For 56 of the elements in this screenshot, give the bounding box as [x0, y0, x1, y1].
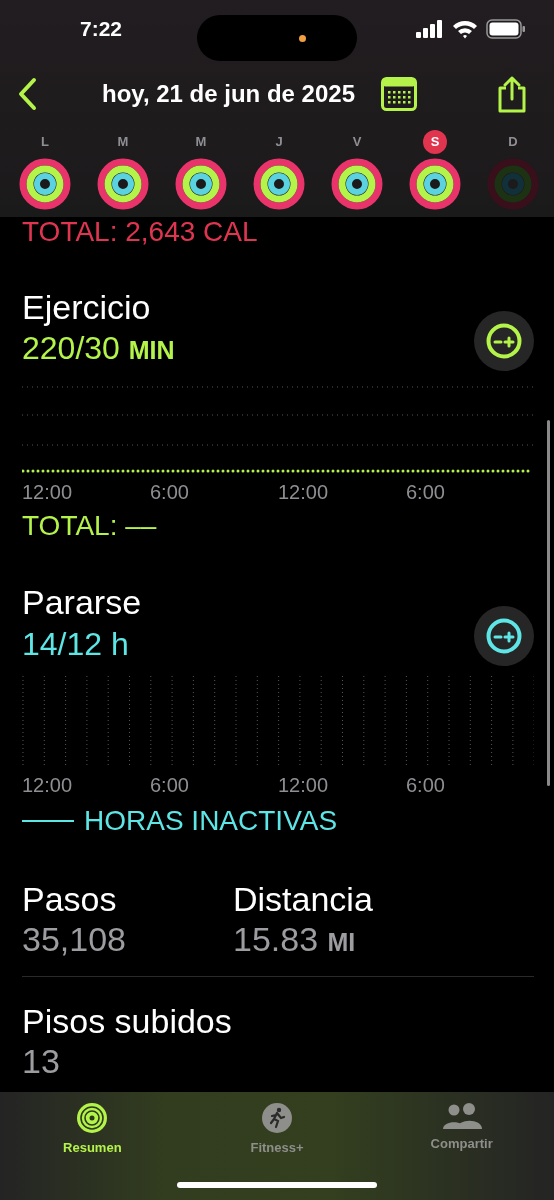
change-goal-button[interactable]	[474, 311, 534, 371]
stat-value: 35,108	[22, 920, 126, 958]
activity-rings-icon[interactable]	[331, 158, 383, 210]
axis-label: 6:00	[150, 481, 190, 504]
weekday-label[interactable]: L	[33, 130, 57, 154]
activity-rings-icon	[76, 1102, 109, 1134]
calendar-icon	[381, 77, 417, 111]
activity-rings-icon[interactable]	[175, 158, 227, 210]
axis-label: 12:00	[22, 481, 74, 504]
axis-label: 12:00	[22, 774, 74, 797]
back-button[interactable]	[16, 77, 38, 111]
section-title: Pararse	[22, 582, 143, 622]
axis-label: 6:00	[406, 774, 446, 797]
tab[interactable]: Fitness+	[184, 1092, 370, 1158]
weekday-label[interactable]: M	[189, 130, 213, 154]
axis-label: 12:00	[278, 481, 330, 504]
people-icon	[440, 1102, 483, 1130]
exercise-total: TOTAL: ––	[22, 510, 158, 542]
move-total: TOTAL: 2,643 CAL	[22, 216, 258, 247]
stat-value: 15.83 MI	[233, 920, 356, 958]
activity-rings-icon[interactable]	[409, 158, 461, 210]
change-goal-button[interactable]	[474, 606, 534, 666]
goal-adjust-icon	[485, 617, 523, 655]
tab[interactable]: Compartir	[369, 1092, 554, 1158]
weekday-label[interactable]: D	[501, 130, 525, 154]
calendar-button[interactable]	[381, 77, 417, 111]
activity-rings-icon[interactable]	[97, 158, 149, 210]
activity-rings-icon[interactable]	[19, 158, 71, 210]
axis-label: 12:00	[278, 774, 330, 797]
axis-label: 6:00	[406, 481, 446, 504]
status-time: 7:22	[80, 17, 124, 41]
activity-rings-icon[interactable]	[253, 158, 305, 210]
stat-value: 13	[22, 1042, 60, 1080]
axis-label: 6:00	[150, 774, 190, 797]
share-icon	[496, 75, 528, 113]
stand-value: 14/12 h	[22, 625, 129, 664]
legend-label: HORAS INACTIVAS	[84, 805, 338, 837]
weekday-label[interactable]: V	[345, 130, 369, 154]
exercise-value: 220/30 MIN	[22, 329, 175, 368]
battery-icon	[486, 19, 526, 39]
share-button[interactable]	[496, 75, 528, 113]
weekday-label[interactable]: J	[267, 130, 291, 154]
runner-icon	[261, 1102, 293, 1134]
signal-icon	[416, 20, 444, 38]
wifi-icon	[452, 19, 478, 39]
weekday-label[interactable]: M	[111, 130, 135, 154]
back-icon	[16, 77, 38, 111]
stat-title: Distancia	[233, 879, 374, 919]
legend-line	[22, 820, 74, 822]
stat-title: Pasos	[22, 879, 118, 919]
tab[interactable]: Resumen	[0, 1092, 185, 1158]
section-title: Ejercicio	[22, 287, 152, 327]
date-title: hoy, 21 de jun de 2025	[102, 80, 355, 108]
goal-adjust-icon	[485, 322, 523, 360]
stat-title: Pisos subidos	[22, 1001, 233, 1041]
weekday-label[interactable]: S	[423, 130, 447, 154]
